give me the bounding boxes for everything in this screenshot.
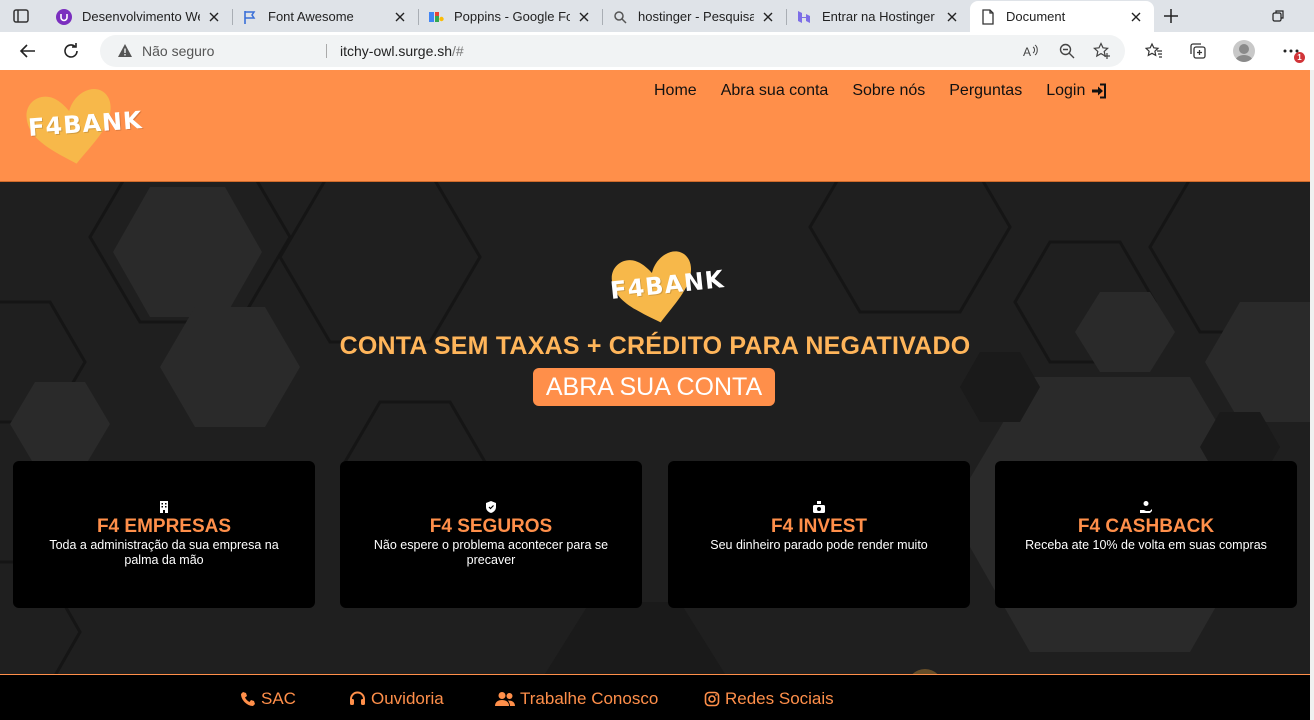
restore-window-icon[interactable] (1270, 8, 1286, 24)
udemy-icon (56, 8, 72, 25)
nav-sobre-nos[interactable]: Sobre nós (852, 82, 925, 100)
hostinger-icon (796, 9, 812, 25)
close-icon[interactable] (1128, 9, 1144, 25)
phone-icon (241, 692, 255, 706)
hero-tagline: CONTA SEM TAXAS + CRÉDITO PARA NEGATIVAD… (339, 332, 971, 360)
card-text: Toda a administração da sua empresa na p… (49, 538, 279, 567)
footer-sac[interactable]: SAC (240, 689, 296, 709)
card-text: Receba ate 10% de volta em suas compras (1025, 538, 1267, 552)
add-favorite-icon[interactable] (1093, 42, 1111, 60)
tab-title: Font Awesome (268, 9, 354, 24)
warning-icon[interactable] (117, 43, 133, 59)
users-icon (495, 692, 515, 706)
collections-button[interactable] (1187, 40, 1209, 62)
shield-icon (486, 501, 496, 513)
close-icon[interactable] (392, 9, 408, 25)
flag-icon (242, 9, 258, 25)
search-icon (612, 9, 628, 25)
card-text: Não espere o problema acontecer para se … (373, 538, 609, 567)
tab-title: Entrar na Hostinger (822, 9, 935, 24)
reload-button[interactable] (60, 40, 82, 62)
site-footer: SAC Ouvidoria Trabalhe Conosco Redes Soc… (0, 674, 1310, 720)
footer-redes-sociais[interactable]: Redes Sociais (704, 689, 834, 709)
browser-tab-font-awesome[interactable]: Font Awesome (232, 1, 418, 32)
footer-trabalhe-conosco-label: Trabalhe Conosco (520, 689, 659, 708)
card-title: F4 SEGUROS (429, 516, 553, 537)
browser-tab-desenvolvimento[interactable]: Desenvolvimento Web (46, 1, 232, 32)
card-cashback[interactable]: F4 CASHBACK Receba ate 10% de volta em s… (995, 461, 1297, 608)
card-title: F4 CASHBACK (1077, 516, 1215, 537)
open-account-button[interactable]: ABRA SUA CONTA (533, 368, 775, 406)
footer-ouvidoria-label: Ouvidoria (371, 689, 444, 708)
footer-redes-sociais-label: Redes Sociais (725, 689, 834, 708)
divider (326, 44, 327, 58)
card-title: F4 EMPRESAS (96, 516, 232, 537)
card-empresas[interactable]: F4 EMPRESAS Toda a administração da sua … (13, 461, 315, 608)
card-seguros[interactable]: F4 SEGUROS Não espere o problema acontec… (340, 461, 642, 608)
url-text[interactable]: itchy-owl.surge.sh/# (340, 43, 464, 59)
main-nav: Home Abra sua conta Sobre nós Perguntas … (654, 82, 1107, 100)
tab-title: hostinger - Pesquisar (638, 9, 754, 24)
nav-home[interactable]: Home (654, 82, 697, 100)
instagram-icon (704, 691, 720, 707)
favorites-button[interactable] (1143, 40, 1165, 62)
close-icon[interactable] (944, 9, 960, 25)
building-icon (160, 501, 168, 513)
nav-login-label: Login (1046, 82, 1086, 99)
browser-tab-poppins[interactable]: Poppins - Google Fonts (418, 1, 602, 32)
tab-title: Document (1006, 9, 1066, 24)
piggy-bank-icon (813, 501, 825, 513)
security-label[interactable]: Não seguro (142, 43, 214, 59)
footer-ouvidoria[interactable]: Ouvidoria (349, 689, 444, 709)
close-icon[interactable] (576, 9, 592, 25)
close-icon[interactable] (206, 9, 222, 25)
hero-logo: F4BANK (604, 246, 726, 330)
browser-tab-hostinger-search[interactable]: hostinger - Pesquisar (602, 1, 786, 32)
card-title: F4 INVEST (770, 516, 868, 537)
document-icon (980, 8, 996, 25)
nav-perguntas[interactable]: Perguntas (949, 82, 1022, 100)
url-host: itchy-owl.surge.sh (340, 43, 453, 59)
footer-trabalhe-conosco[interactable]: Trabalhe Conosco (495, 689, 658, 709)
browser-tab-document[interactable]: Document (970, 1, 1154, 32)
tab-title: Desenvolvimento Web (82, 9, 200, 24)
page-scrollbar[interactable] (1310, 70, 1314, 720)
header-logo[interactable]: F4BANK (22, 86, 143, 168)
profile-avatar[interactable] (1233, 40, 1255, 62)
headset-icon (350, 691, 365, 705)
zoom-icon[interactable] (1058, 42, 1076, 60)
sign-in-icon (1092, 83, 1107, 99)
browser-tab-bar: Desenvolvimento Web Font Awesome Poppins… (0, 0, 1314, 32)
new-tab-button[interactable] (1160, 5, 1182, 27)
tab-actions-icon[interactable] (12, 7, 30, 25)
footer-sac-label: SAC (261, 689, 296, 708)
notification-badge: 1 (1294, 52, 1305, 63)
google-fonts-icon (428, 9, 444, 25)
browser-toolbar: Não seguro itchy-owl.surge.sh/# A (0, 32, 1314, 70)
card-invest[interactable]: F4 INVEST Seu dinheiro parado pode rende… (668, 461, 970, 608)
site-header: F4BANK Home Abra sua conta Sobre nós Per… (0, 70, 1310, 182)
close-icon[interactable] (760, 9, 776, 25)
hand-coin-icon (1140, 501, 1152, 513)
browser-tab-hostinger-login[interactable]: Entrar na Hostinger (786, 1, 970, 32)
web-page: F4BANK Home Abra sua conta Sobre nós Per… (0, 70, 1310, 720)
hero-section: F4BANK CONTA SEM TAXAS + CRÉDITO PARA NE… (0, 182, 1310, 674)
url-path: /# (452, 43, 464, 59)
tab-title: Poppins - Google Fonts (454, 9, 570, 24)
read-aloud-icon[interactable]: A (1022, 42, 1040, 60)
svg-text:A: A (1023, 45, 1031, 59)
card-text: Seu dinheiro parado pode render muito (710, 538, 928, 552)
nav-abra-sua-conta[interactable]: Abra sua conta (721, 82, 829, 100)
address-bar[interactable]: Não seguro itchy-owl.surge.sh/# A (100, 35, 1125, 67)
back-button[interactable] (17, 40, 39, 62)
nav-login[interactable]: Login (1046, 82, 1107, 100)
